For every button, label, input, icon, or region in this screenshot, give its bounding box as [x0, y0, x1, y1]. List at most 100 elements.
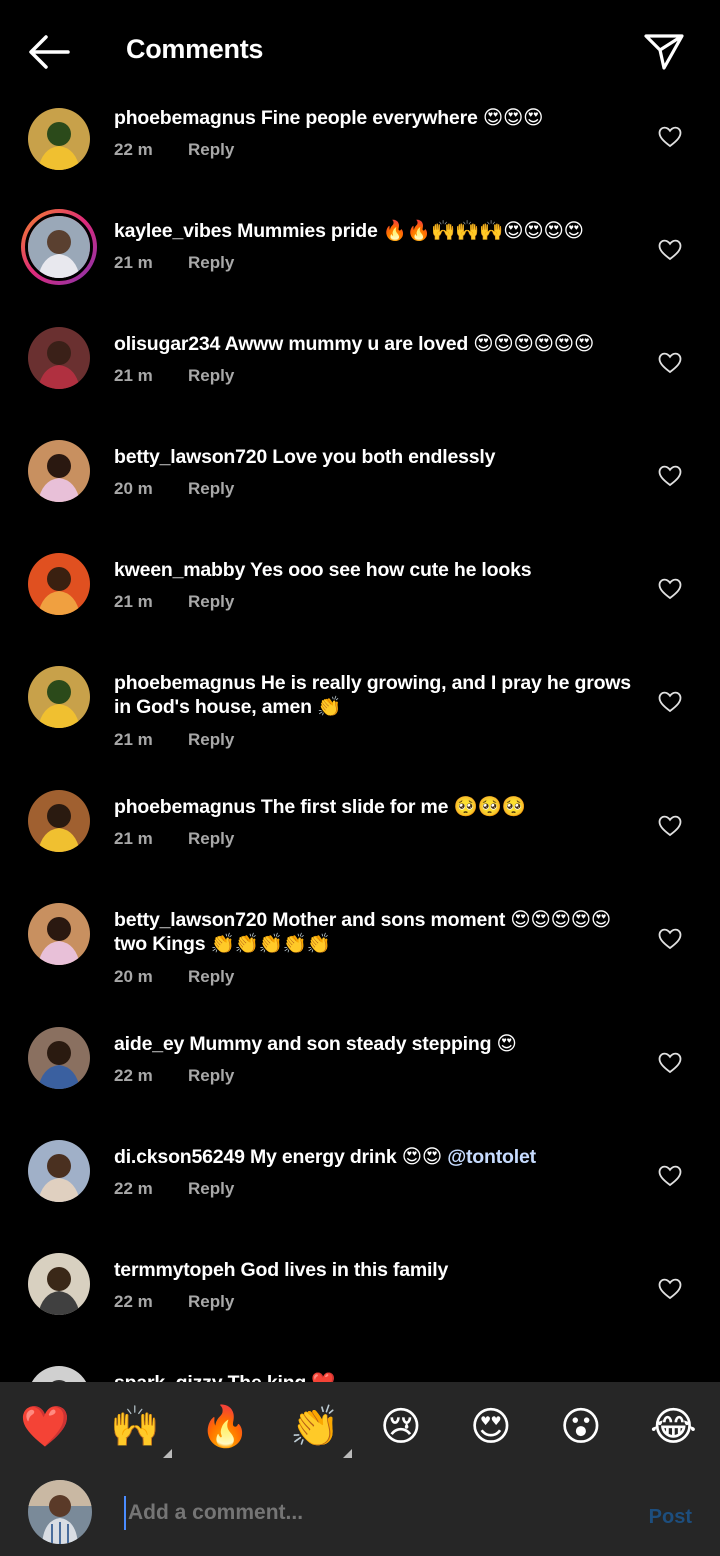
comment-row: spark_gizzy The king ❤️: [0, 1361, 720, 1382]
comment-row: betty_lawson720 Mother and sons moment 😍…: [0, 898, 720, 1011]
commenter-avatar[interactable]: [28, 440, 90, 502]
comment-meta: 22 m Reply: [114, 1066, 234, 1086]
comment-username[interactable]: olisugar234: [114, 333, 220, 355]
comment-text: betty_lawson720 Love you both endlessly: [114, 445, 644, 469]
comment-body: Mummy and son steady stepping 😍: [184, 1033, 517, 1055]
commenter-avatar[interactable]: [28, 1140, 90, 1202]
fire-emoji-button[interactable]: 🔥: [200, 1402, 250, 1452]
comment-username[interactable]: kween_mabby: [114, 559, 245, 581]
heart-icon[interactable]: [658, 691, 682, 713]
comment-meta: 20 m Reply: [114, 479, 234, 499]
comment-row: aide_ey Mummy and son steady stepping 😍 2…: [0, 1022, 720, 1135]
commenter-avatar[interactable]: [28, 666, 90, 728]
comment-row: kaylee_vibes Mummies pride 🔥🔥🙌🙌🙌😍😍😍😍 21 m…: [0, 209, 720, 322]
comments-list[interactable]: phoebemagnus Fine people everywhere 😍😍😍 2…: [0, 88, 720, 1382]
commenter-avatar[interactable]: [28, 1027, 90, 1089]
comment-body: The king ❤️: [222, 1372, 336, 1382]
comment-text: di.ckson56249 My energy drink 😍😍 @tontol…: [114, 1145, 644, 1169]
comment-text: betty_lawson720 Mother and sons moment 😍…: [114, 908, 644, 956]
clap-emoji-button[interactable]: 👏: [290, 1402, 352, 1458]
comment-meta: 21 m Reply: [114, 592, 234, 612]
commenter-avatar[interactable]: [28, 903, 90, 965]
heart-icon[interactable]: [658, 815, 682, 837]
comment-row: termmytopeh God lives in this family 22 m…: [0, 1248, 720, 1361]
heart-icon[interactable]: [658, 1278, 682, 1300]
comment-mention[interactable]: @tontolet: [447, 1146, 536, 1168]
comment-username[interactable]: di.ckson56249: [114, 1146, 245, 1168]
heart-emoji: ❤️: [20, 1405, 70, 1449]
page-title: Comments: [126, 34, 264, 64]
comment-row: phoebemagnus The first slide for me 🥺🥺🥺 2…: [0, 785, 720, 898]
reply-button[interactable]: Reply: [188, 592, 234, 611]
comment-username[interactable]: phoebemagnus: [114, 107, 256, 129]
raised-hands-emoji-button[interactable]: 🙌: [110, 1402, 172, 1458]
comment-meta: 21 m Reply: [114, 730, 234, 750]
reply-button[interactable]: Reply: [188, 1292, 234, 1311]
reply-button[interactable]: Reply: [188, 366, 234, 385]
heart-icon[interactable]: [658, 1165, 682, 1187]
commenter-avatar[interactable]: [28, 327, 90, 389]
heart-icon[interactable]: [658, 126, 682, 148]
comment-timestamp: 22 m: [114, 1179, 153, 1198]
reply-button[interactable]: Reply: [188, 253, 234, 272]
comment-meta: 22 m Reply: [114, 140, 234, 160]
commenter-avatar[interactable]: [28, 108, 90, 170]
commenter-avatar[interactable]: [28, 1253, 90, 1315]
heart-eyes-emoji-button[interactable]: 😍: [470, 1402, 520, 1452]
commenter-avatar[interactable]: [28, 790, 90, 852]
comment-row: phoebemagnus He is really growing, and I…: [0, 661, 720, 774]
comment-text: kween_mabby Yes ooo see how cute he look…: [114, 558, 644, 582]
fire-emoji: 🔥: [200, 1405, 250, 1449]
paper-plane-icon[interactable]: [642, 30, 686, 74]
comment-meta: 21 m Reply: [114, 366, 234, 386]
comment-username[interactable]: spark_gizzy: [114, 1372, 223, 1382]
comment-timestamp: 22 m: [114, 1066, 153, 1085]
heart-icon[interactable]: [658, 352, 682, 374]
comment-timestamp: 21 m: [114, 366, 153, 385]
commenter-avatar[interactable]: [28, 1366, 90, 1382]
reply-button[interactable]: Reply: [188, 479, 234, 498]
post-button[interactable]: Post: [649, 1506, 692, 1529]
tears-of-joy-emoji-button[interactable]: 😂: [650, 1402, 700, 1452]
comment-username[interactable]: phoebemagnus: [114, 672, 256, 694]
arrow-left-icon[interactable]: [24, 30, 72, 74]
heart-icon[interactable]: [658, 465, 682, 487]
heart-icon[interactable]: [658, 578, 682, 600]
surprised-emoji: 😮: [560, 1405, 602, 1449]
reply-button[interactable]: Reply: [188, 829, 234, 848]
comment-body: God lives in this family: [235, 1259, 449, 1281]
reply-button[interactable]: Reply: [188, 730, 234, 749]
heart-icon[interactable]: [658, 1052, 682, 1074]
comment-username[interactable]: kaylee_vibes: [114, 220, 232, 242]
crying-emoji-button[interactable]: 😢: [380, 1402, 430, 1452]
comment-row: phoebemagnus Fine people everywhere 😍😍😍 2…: [0, 96, 720, 209]
comment-row: olisugar234 Awww mummy u are loved 😍😍😍😍😍…: [0, 322, 720, 435]
comment-username[interactable]: termmytopeh: [114, 1259, 236, 1281]
heart-icon[interactable]: [658, 928, 682, 950]
commenter-avatar[interactable]: [21, 209, 97, 285]
comment-username[interactable]: betty_lawson720: [114, 446, 267, 468]
reply-button[interactable]: Reply: [188, 967, 234, 986]
heart-emoji-button[interactable]: ❤️: [20, 1402, 70, 1452]
surprised-emoji-button[interactable]: 😮: [560, 1402, 610, 1452]
comment-username[interactable]: betty_lawson720: [114, 909, 267, 931]
crying-emoji: 😢: [380, 1405, 422, 1449]
comment-username[interactable]: phoebemagnus: [114, 796, 256, 818]
heart-eyes-emoji: 😍: [470, 1405, 512, 1449]
comment-timestamp: 21 m: [114, 829, 153, 848]
commenter-avatar[interactable]: [28, 553, 90, 615]
comment-meta: 21 m Reply: [114, 253, 234, 273]
comment-body: Awww mummy u are loved 😍😍😍😍😍😍: [220, 333, 595, 355]
reply-button[interactable]: Reply: [188, 1066, 234, 1085]
comment-input[interactable]: [124, 1496, 604, 1530]
reply-button[interactable]: Reply: [188, 1179, 234, 1198]
tears-of-joy-emoji: 😂: [650, 1405, 697, 1449]
comment-body: Love you both endlessly: [267, 446, 496, 468]
reply-button[interactable]: Reply: [188, 140, 234, 159]
emoji-quick-bar: ❤️ 🙌 🔥 👏 😢 😍 😮 😂: [0, 1382, 720, 1470]
comment-row: di.ckson56249 My energy drink 😍😍 @tontol…: [0, 1135, 720, 1248]
comment-username[interactable]: aide_ey: [114, 1033, 184, 1055]
heart-icon[interactable]: [658, 239, 682, 261]
comment-row: kween_mabby Yes ooo see how cute he look…: [0, 548, 720, 661]
comment-composer: Post: [0, 1470, 720, 1556]
